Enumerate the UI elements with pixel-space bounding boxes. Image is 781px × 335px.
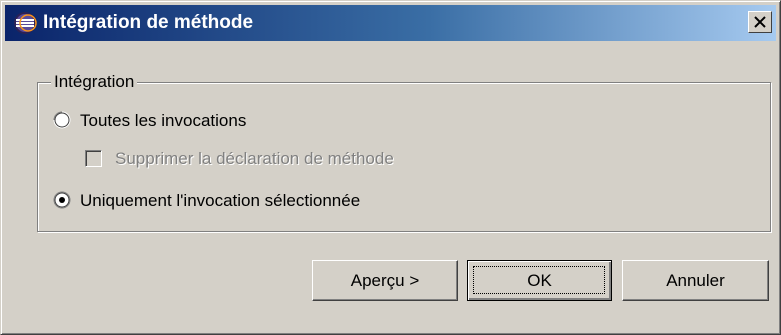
eclipse-icon	[13, 11, 37, 35]
close-button[interactable]	[748, 11, 772, 33]
delete-declaration-label[interactable]: Supprimer la déclaration de méthode	[115, 149, 394, 169]
cancel-button-label: Annuler	[666, 270, 725, 290]
radio-selected-invocation-label[interactable]: Uniquement l'invocation sélectionnée	[80, 191, 360, 211]
dialog-window: Intégration de méthode Intégration Toute…	[0, 0, 781, 335]
title-bar[interactable]: Intégration de méthode	[5, 5, 776, 41]
radio-selected-invocation[interactable]	[53, 191, 71, 209]
radio-all-invocations-label[interactable]: Toutes les invocations	[80, 111, 246, 131]
preview-button-label: Aperçu >	[350, 270, 420, 290]
window-title: Intégration de méthode	[43, 12, 254, 33]
ok-button[interactable]: OK	[467, 260, 612, 301]
delete-declaration-checkbox[interactable]	[85, 150, 102, 167]
ok-button-label: OK	[527, 270, 552, 290]
group-legend: Intégration	[51, 72, 138, 92]
cancel-button[interactable]: Annuler	[622, 260, 769, 301]
radio-all-invocations[interactable]	[53, 111, 71, 129]
preview-button[interactable]: Aperçu >	[312, 260, 458, 301]
close-icon	[754, 16, 766, 28]
